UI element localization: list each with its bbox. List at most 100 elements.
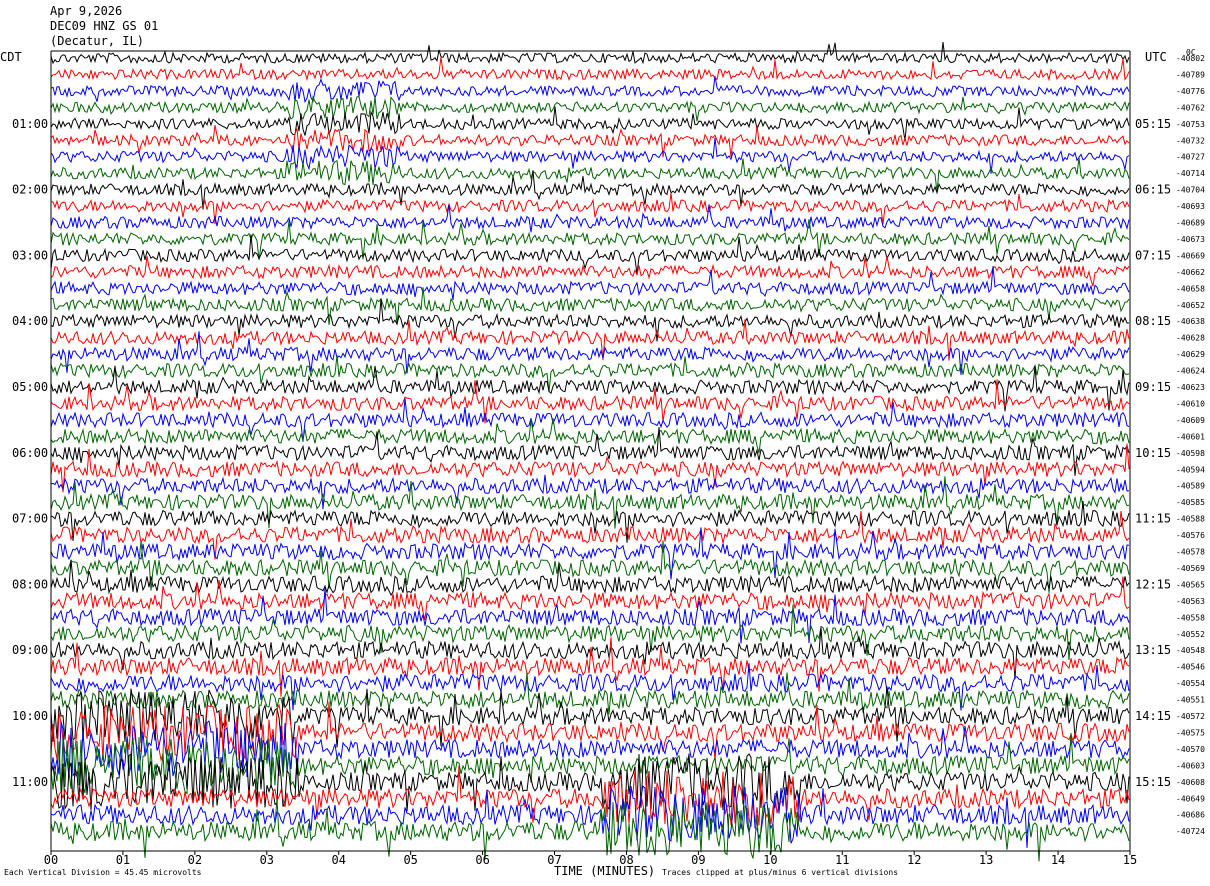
x-tick-label-04: 04: [332, 853, 346, 867]
right-value-label: -40714: [1176, 169, 1205, 178]
right-value-label: -40662: [1176, 268, 1205, 277]
left-hour-label: 09:00: [12, 643, 48, 657]
right-value-label: -40689: [1176, 219, 1205, 228]
x-tick-label-12: 12: [907, 853, 921, 867]
right-value-label: -40548: [1176, 646, 1205, 655]
left-hour-label: 07:00: [12, 512, 48, 526]
right-value-label: -40762: [1176, 103, 1205, 112]
x-tick-label-15: 15: [1123, 853, 1137, 867]
left-hour-label: 11:00: [12, 775, 48, 789]
trace-row-7: [50, 137, 1130, 174]
x-tick-label-14: 14: [1051, 853, 1065, 867]
scale-note: Each Vertical Division = 45.45 microvolt…: [4, 868, 202, 877]
trace-row-17: [50, 298, 1130, 342]
right-hour-label: 09:15: [1135, 380, 1171, 394]
x-tick-label-03: 03: [260, 853, 274, 867]
right-value-label: -40732: [1176, 136, 1205, 145]
x-tick-label-02: 02: [188, 853, 202, 867]
right-value-label: -40585: [1176, 498, 1205, 507]
right-value-label: -40727: [1176, 153, 1205, 162]
right-value-label: -40551: [1176, 696, 1205, 705]
right-value-label: -40578: [1176, 548, 1205, 557]
trace-row-5: [50, 106, 1130, 141]
helicorder-plot: 00 01 02 03 04 05 06 07 08 09 10 11 12 13 14 15 01:0002…: [12, 42, 1205, 867]
right-hour-label: 15:15: [1135, 775, 1171, 789]
right-value-label: -40638: [1176, 317, 1205, 326]
right-value-label: -40546: [1176, 663, 1205, 672]
left-hour-label: 01:00: [12, 117, 48, 131]
x-tick-label-11: 11: [835, 853, 849, 867]
right-value-label: -40588: [1176, 515, 1205, 524]
left-hour-label: 05:00: [12, 380, 48, 394]
right-value-label: -40598: [1176, 449, 1205, 458]
x-tick-label-05: 05: [403, 853, 417, 867]
right-value-label: -40704: [1176, 186, 1205, 195]
right-value-label: -40570: [1176, 745, 1205, 754]
x-tick-label-06: 06: [475, 853, 489, 867]
trace-row-27: [50, 474, 1130, 510]
trace-row-14: [50, 256, 1130, 287]
x-tick-label-09: 09: [691, 853, 705, 867]
left-hour-label: 04:00: [12, 314, 48, 328]
trace-row-38: [50, 637, 1130, 697]
right-value-label: -40576: [1176, 531, 1205, 540]
right-value-label: -40554: [1176, 679, 1205, 688]
right-value-label: -40623: [1176, 383, 1205, 392]
trace-row-6: [50, 125, 1130, 158]
right-value-label: -40628: [1176, 334, 1205, 343]
left-hour-label: 10:00: [12, 709, 48, 723]
station-location: (Decatur, IL): [50, 34, 144, 48]
trace-row-25: [50, 427, 1130, 476]
trace-row-34: [50, 576, 1130, 621]
right-value-label: -40624: [1176, 367, 1205, 376]
right-value-label: -40789: [1176, 70, 1205, 79]
right-hour-label: 08:15: [1135, 314, 1171, 328]
right-value-label: -40610: [1176, 399, 1205, 408]
right-value-label: -40669: [1176, 251, 1205, 260]
right-value-label: -40673: [1176, 235, 1205, 244]
right-timezone-label: UTC: [1145, 50, 1167, 64]
left-hour-label: 02:00: [12, 183, 48, 197]
x-tick-label-10: 10: [763, 853, 777, 867]
right-hour-label: 14:15: [1135, 709, 1171, 723]
right-hour-labels: 05:15 06:15 07:15 08:15 09:15 10:15 11:15 12:15…: [1135, 117, 1171, 789]
trace-row-33: [50, 559, 1130, 597]
right-value-label: -40575: [1176, 728, 1205, 737]
left-hour-label: 06:00: [12, 446, 48, 460]
right-value-label: -40589: [1176, 482, 1205, 491]
right-value-label: -40652: [1176, 301, 1205, 310]
left-hour-labels: 01:00 02:00 03:00 04:00 05:00 06:00 07:00 08:00…: [12, 117, 48, 789]
right-value-label: -40608: [1176, 778, 1205, 787]
clip-note: Traces clipped at plus/minus 6 vertical …: [662, 868, 899, 877]
x-tick-label-00: 00: [44, 853, 58, 867]
trace-row-4: [50, 95, 1130, 122]
trace-row-40: [50, 672, 1130, 715]
right-value-label: -40776: [1176, 87, 1205, 96]
right-top-label: 0C: [1186, 48, 1196, 57]
chart-date: Apr 9,2026: [50, 4, 123, 18]
right-value-label: -40594: [1176, 465, 1205, 474]
right-value-label: -40649: [1176, 794, 1205, 803]
left-timezone-label: CDT: [0, 50, 22, 64]
x-tick-label-13: 13: [979, 853, 993, 867]
right-value-label: -40658: [1176, 284, 1205, 293]
right-value-label: -40572: [1176, 712, 1205, 721]
right-value-label: -40686: [1176, 811, 1205, 820]
right-hour-label: 07:15: [1135, 248, 1171, 262]
right-value-label: -40629: [1176, 350, 1205, 359]
right-value-label: -40601: [1176, 432, 1205, 441]
x-tick-label-01: 01: [116, 853, 130, 867]
seismic-traces: [50, 42, 1130, 862]
right-hour-label: 12:15: [1135, 577, 1171, 591]
trace-row-32: [50, 540, 1130, 593]
right-value-label: -40724: [1176, 827, 1205, 836]
right-value-label: -40753: [1176, 120, 1205, 129]
right-hour-label: 06:15: [1135, 183, 1171, 197]
station-name: DEC09 HNZ GS 01: [50, 19, 159, 33]
trace-row-39: [50, 663, 1130, 711]
left-hour-label: 03:00: [12, 248, 48, 262]
trace-row-24: [50, 418, 1130, 454]
trace-row-48: [50, 798, 1130, 862]
right-value-label: -40552: [1176, 630, 1205, 639]
right-value-label: -40609: [1176, 416, 1205, 425]
